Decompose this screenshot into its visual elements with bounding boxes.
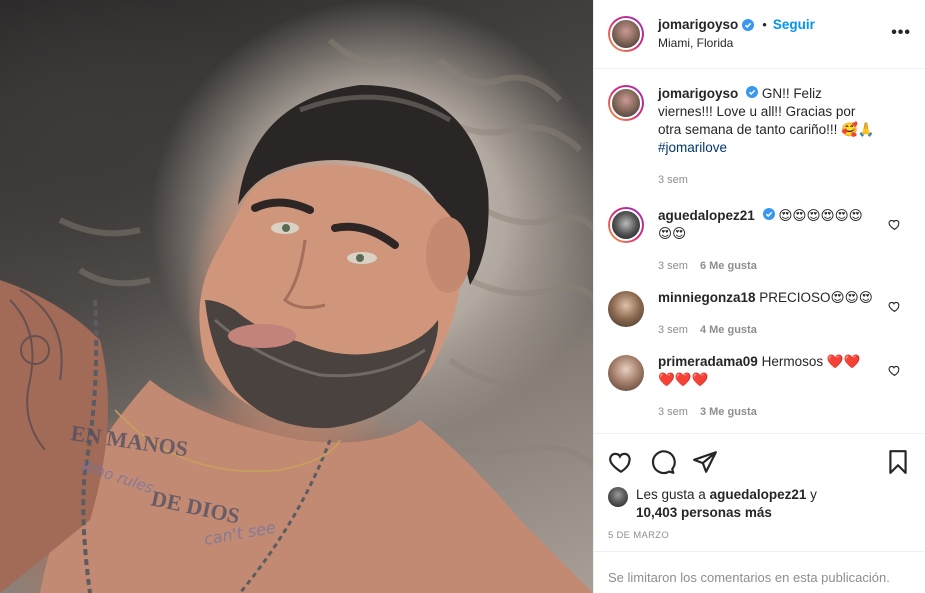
comment-bubble-icon[interactable] xyxy=(650,449,676,475)
like-heart-icon[interactable] xyxy=(608,449,634,475)
comment-time[interactable]: 3 sem xyxy=(658,403,688,421)
comment-time[interactable]: 3 sem xyxy=(658,321,688,339)
comment-avatar[interactable] xyxy=(608,290,644,327)
more-options-icon[interactable]: ••• xyxy=(891,24,911,42)
post-modal: EN MANOS DE DIOS Who rules can't see jom… xyxy=(0,0,925,593)
comment-avatar[interactable] xyxy=(608,354,644,391)
caption-time[interactable]: 3 sem xyxy=(658,171,688,189)
verified-badge-icon xyxy=(746,85,759,98)
like-comment-heart-icon[interactable] xyxy=(888,300,901,313)
comment-username[interactable]: minniegonza18 xyxy=(658,290,756,305)
likes-prefix: Les gusta a xyxy=(636,487,706,502)
comment-avatar[interactable] xyxy=(608,206,644,243)
header-separator: • xyxy=(762,16,767,32)
verified-badge-icon xyxy=(762,207,775,220)
follow-button[interactable]: Seguir xyxy=(773,16,815,34)
like-comment-heart-icon[interactable] xyxy=(888,364,901,377)
comment-username[interactable]: aguedalopez21 xyxy=(658,208,755,223)
author-username[interactable]: jomarigoyso xyxy=(658,16,738,34)
caption-username[interactable]: jomarigoyso xyxy=(658,86,738,101)
comment-item: primeradama09 Hermosos ❤️❤️❤️❤️❤️ 3 sem … xyxy=(608,353,911,421)
likes-others[interactable]: 10,403 personas más xyxy=(636,505,772,520)
post-actions: Les gusta a aguedalopez21 y 10,403 perso… xyxy=(594,433,925,593)
comment-likes[interactable]: 6 Me gusta xyxy=(700,257,757,275)
post-side-panel: jomarigoyso • Seguir Miami, Florida ••• xyxy=(593,0,925,593)
liker-avatar[interactable] xyxy=(608,487,628,507)
save-bookmark-icon[interactable] xyxy=(885,449,911,475)
post-date[interactable]: 5 DE MARZO xyxy=(608,530,911,541)
comment-username[interactable]: primeradama09 xyxy=(658,354,758,369)
post-header: jomarigoyso • Seguir Miami, Florida ••• xyxy=(594,0,925,69)
like-comment-heart-icon[interactable] xyxy=(888,218,901,231)
comments-list[interactable]: jomarigoyso GN!! Feliz viernes!!! Love u… xyxy=(594,69,925,433)
post-caption: jomarigoyso GN!! Feliz viernes!!! Love u… xyxy=(608,84,911,189)
comment-text: PRECIOSO😍😍😍 xyxy=(759,289,873,305)
author-avatar[interactable] xyxy=(608,15,644,52)
caption-author-avatar[interactable] xyxy=(608,84,644,121)
verified-badge-icon xyxy=(742,18,755,31)
comment-likes[interactable]: 4 Me gusta xyxy=(700,321,757,339)
caption-hashtag[interactable]: #jomarilove xyxy=(658,140,727,155)
comment-item: aguedalopez21 😍😍😍😍😍😍😍😍 3 sem 6 Me gusta xyxy=(608,206,911,275)
photo-illustration: EN MANOS DE DIOS Who rules can't see xyxy=(0,37,593,593)
post-photo[interactable]: EN MANOS DE DIOS Who rules can't see xyxy=(0,0,593,593)
comment-time[interactable]: 3 sem xyxy=(658,257,688,275)
likes-conjunction: y xyxy=(810,487,817,502)
comment-likes[interactable]: 3 Me gusta xyxy=(700,403,757,421)
share-paper-plane-icon[interactable] xyxy=(692,449,718,475)
comments-limited-notice: Se limitaron los comentarios en esta pub… xyxy=(594,551,925,593)
likes-summary: Les gusta a aguedalopez21 y 10,403 perso… xyxy=(608,486,911,522)
post-location[interactable]: Miami, Florida xyxy=(658,34,815,52)
likes-user[interactable]: aguedalopez21 xyxy=(710,487,807,502)
comment-item: minniegonza18 PRECIOSO😍😍😍 3 sem 4 Me gus… xyxy=(608,289,911,339)
